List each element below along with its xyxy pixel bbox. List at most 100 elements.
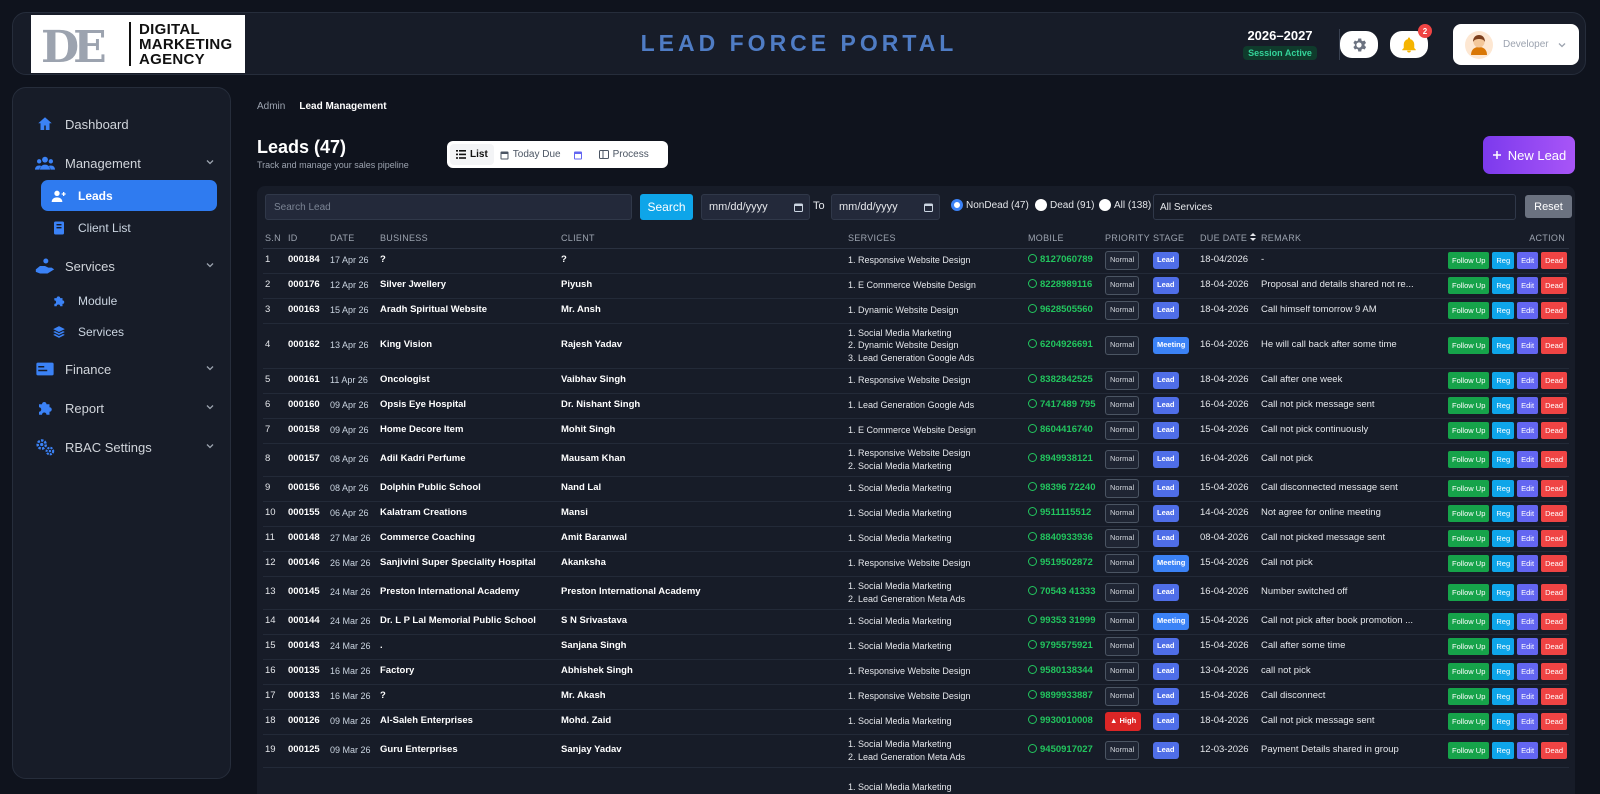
follow-up-button[interactable]: Follow Up bbox=[1448, 480, 1490, 497]
table-row[interactable]: 2 000176 12 Apr 26 Silver Jwellery Piyush 1. … bbox=[263, 273, 1569, 299]
edit-button[interactable]: Edit bbox=[1517, 451, 1539, 468]
edit-button[interactable]: Edit bbox=[1517, 555, 1539, 572]
edit-button[interactable]: Edit bbox=[1517, 713, 1539, 730]
dead-button[interactable]: Dead bbox=[1541, 277, 1567, 294]
follow-up-button[interactable]: Follow Up bbox=[1448, 422, 1490, 439]
table-row[interactable]: 9 000156 08 Apr 26 Dolphin Public School Nan… bbox=[263, 476, 1569, 502]
follow-up-button[interactable]: Follow Up bbox=[1448, 713, 1490, 730]
edit-button[interactable]: Edit bbox=[1517, 613, 1539, 630]
follow-up-button[interactable]: Follow Up bbox=[1448, 742, 1490, 759]
cell-mobile[interactable]: 8604416740 bbox=[1026, 418, 1103, 444]
cell-mobile[interactable]: 9930010008 bbox=[1026, 709, 1103, 735]
view-process-button[interactable]: Process bbox=[593, 144, 655, 165]
dead-button[interactable]: Dead bbox=[1541, 638, 1567, 655]
user-menu[interactable]: Developer bbox=[1453, 24, 1579, 65]
follow-up-button[interactable]: Follow Up bbox=[1448, 337, 1490, 354]
sidebar-item-services[interactable]: Services bbox=[35, 251, 215, 281]
follow-up-button[interactable]: Follow Up bbox=[1448, 451, 1490, 468]
table-row[interactable]: 16 000135 16 Mar 26 Factory Abhishek Singh 1.… bbox=[263, 659, 1569, 685]
edit-button[interactable]: Edit bbox=[1517, 422, 1539, 439]
sidebar-item-module[interactable]: Module bbox=[41, 285, 217, 316]
edit-button[interactable]: Edit bbox=[1517, 638, 1539, 655]
reg-button[interactable]: Reg bbox=[1492, 277, 1515, 294]
sidebar-item-report[interactable]: Report bbox=[35, 393, 215, 423]
new-lead-button[interactable]: New Lead bbox=[1483, 136, 1575, 174]
agency-logo[interactable]: DE DIGITAL MARKETING AGENCY bbox=[31, 15, 245, 73]
reg-button[interactable]: Reg bbox=[1492, 742, 1515, 759]
radio-all[interactable]: All (138) bbox=[1099, 199, 1151, 211]
sidebar-item-leads[interactable]: Leads bbox=[41, 180, 217, 211]
dead-button[interactable]: Dead bbox=[1541, 713, 1567, 730]
settings-button[interactable] bbox=[1340, 31, 1378, 58]
sidebar-item-management[interactable]: Management bbox=[35, 148, 215, 178]
edit-button[interactable]: Edit bbox=[1517, 302, 1539, 319]
dead-button[interactable]: Dead bbox=[1541, 451, 1567, 468]
table-row[interactable]: 1. Social Media Marketing bbox=[263, 767, 1569, 794]
dead-button[interactable]: Dead bbox=[1541, 663, 1567, 680]
view-calendar-button[interactable] bbox=[567, 144, 593, 165]
follow-up-button[interactable]: Follow Up bbox=[1448, 613, 1490, 630]
edit-button[interactable]: Edit bbox=[1517, 397, 1539, 414]
table-row[interactable]: 18 000126 09 Mar 26 Al-Saleh Enterprises Moh… bbox=[263, 709, 1569, 735]
cell-mobile[interactable]: 8840933936 bbox=[1026, 526, 1103, 552]
sidebar-item-client-list[interactable]: Client List bbox=[41, 212, 217, 243]
radio-dead[interactable]: Dead (91) bbox=[1035, 199, 1094, 211]
dead-button[interactable]: Dead bbox=[1541, 337, 1567, 354]
sidebar-item-dashboard[interactable]: Dashboard bbox=[35, 109, 215, 139]
table-row[interactable]: 11 000148 27 Mar 26 Commerce Coaching Amit B… bbox=[263, 526, 1569, 552]
breadcrumb-root[interactable]: Admin bbox=[257, 101, 285, 112]
dead-button[interactable]: Dead bbox=[1541, 555, 1567, 572]
dead-button[interactable]: Dead bbox=[1541, 688, 1567, 705]
dead-button[interactable]: Dead bbox=[1541, 397, 1567, 414]
services-select[interactable]: All Services bbox=[1153, 194, 1516, 220]
cell-mobile[interactable]: 9795575921 bbox=[1026, 634, 1103, 660]
follow-up-button[interactable]: Follow Up bbox=[1448, 584, 1490, 601]
edit-button[interactable]: Edit bbox=[1517, 337, 1539, 354]
cell-mobile[interactable]: 98396 72240 bbox=[1026, 476, 1103, 502]
cell-mobile[interactable]: 8382842525 bbox=[1026, 368, 1103, 394]
cell-mobile[interactable]: 9519502872 bbox=[1026, 551, 1103, 577]
cell-mobile[interactable]: 6204926691 bbox=[1026, 323, 1103, 369]
cell-mobile[interactable]: 8949938121 bbox=[1026, 443, 1103, 477]
view-today-due-button[interactable]: Today Due bbox=[494, 144, 567, 165]
search-input[interactable] bbox=[265, 194, 632, 220]
table-row[interactable]: 12 000146 26 Mar 26 Sanjivini Super Special… bbox=[263, 551, 1569, 577]
follow-up-button[interactable]: Follow Up bbox=[1448, 505, 1490, 522]
reg-button[interactable]: Reg bbox=[1492, 613, 1515, 630]
reg-button[interactable]: Reg bbox=[1492, 688, 1515, 705]
dead-button[interactable]: Dead bbox=[1541, 584, 1567, 601]
follow-up-button[interactable]: Follow Up bbox=[1448, 638, 1490, 655]
reg-button[interactable]: Reg bbox=[1492, 584, 1515, 601]
search-button[interactable]: Search bbox=[640, 194, 693, 220]
follow-up-button[interactable]: Follow Up bbox=[1448, 555, 1490, 572]
dead-button[interactable]: Dead bbox=[1541, 530, 1567, 547]
follow-up-button[interactable]: Follow Up bbox=[1448, 663, 1490, 680]
cell-mobile[interactable]: 99353 31999 bbox=[1026, 609, 1103, 635]
table-row[interactable]: 17 000133 16 Mar 26? Mr. Akash 1. Responsive… bbox=[263, 684, 1569, 710]
sidebar-item-rbac-settings[interactable]: RBAC Settings bbox=[35, 432, 215, 462]
reg-button[interactable]: Reg bbox=[1492, 480, 1515, 497]
follow-up-button[interactable]: Follow Up bbox=[1448, 530, 1490, 547]
cell-mobile[interactable]: 9628505560 bbox=[1026, 298, 1103, 324]
edit-button[interactable]: Edit bbox=[1517, 584, 1539, 601]
dead-button[interactable]: Dead bbox=[1541, 422, 1567, 439]
reg-button[interactable]: Reg bbox=[1492, 302, 1515, 319]
dead-button[interactable]: Dead bbox=[1541, 252, 1567, 269]
table-row[interactable]: 8 000157 08 Apr 26 Adil Kadri Perfume Mausam… bbox=[263, 443, 1569, 477]
reset-button[interactable]: Reset bbox=[1525, 195, 1572, 218]
table-row[interactable]: 15 000143 24 Mar 26. Sanjana Singh 1. Social… bbox=[263, 634, 1569, 660]
follow-up-button[interactable]: Follow Up bbox=[1448, 688, 1490, 705]
table-row[interactable]: 4 000162 13 Apr 26 King Vision Rajesh Yadav 1… bbox=[263, 323, 1569, 369]
cell-mobile[interactable]: 70543 41333 bbox=[1026, 576, 1103, 610]
reg-button[interactable]: Reg bbox=[1492, 663, 1515, 680]
dead-button[interactable]: Dead bbox=[1541, 302, 1567, 319]
edit-button[interactable]: Edit bbox=[1517, 742, 1539, 759]
reg-button[interactable]: Reg bbox=[1492, 638, 1515, 655]
edit-button[interactable]: Edit bbox=[1517, 530, 1539, 547]
reg-button[interactable]: Reg bbox=[1492, 422, 1515, 439]
table-row[interactable]: 3 000163 15 Apr 26 Aradh Spiritual Website M… bbox=[263, 298, 1569, 324]
dead-button[interactable]: Dead bbox=[1541, 480, 1567, 497]
follow-up-button[interactable]: Follow Up bbox=[1448, 277, 1490, 294]
reg-button[interactable]: Reg bbox=[1492, 555, 1515, 572]
cell-mobile[interactable]: 9450917027 bbox=[1026, 734, 1103, 768]
